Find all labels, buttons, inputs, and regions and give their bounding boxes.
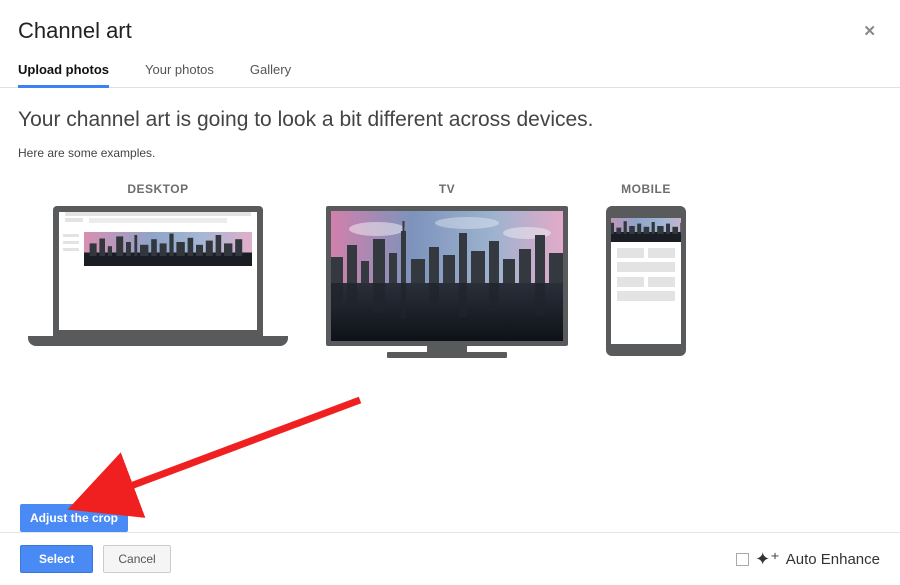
device-previews: DESKTOP — [18, 182, 882, 358]
channel-art-dialog: Channel art ✕ Upload photos Your photos … — [0, 0, 900, 585]
tv-stand-base — [387, 352, 507, 358]
laptop-base — [28, 336, 288, 346]
content-area: Your channel art is going to look a bit … — [0, 88, 900, 358]
magic-wand-icon: ✦⁺ — [755, 550, 780, 568]
device-label-mobile: MOBILE — [606, 182, 686, 196]
tab-your-photos[interactable]: Your photos — [145, 54, 214, 87]
laptop-frame — [53, 206, 263, 336]
cancel-button[interactable]: Cancel — [103, 545, 170, 573]
adjust-crop-wrap: Adjust the crop — [10, 488, 128, 532]
tab-label: Upload photos — [18, 62, 109, 77]
tv-frame — [326, 206, 568, 346]
close-icon[interactable]: ✕ — [857, 22, 882, 41]
dialog-header: Channel art ✕ — [0, 0, 900, 54]
tv-screen-preview — [331, 211, 563, 341]
select-button[interactable]: Select — [20, 545, 93, 573]
footer-buttons: Select Cancel — [20, 545, 171, 573]
auto-enhance-label: Auto Enhance — [786, 551, 880, 568]
tab-label: Your photos — [145, 62, 214, 77]
adjust-crop-button[interactable]: Adjust the crop — [20, 504, 128, 532]
auto-enhance-checkbox[interactable] — [736, 553, 749, 566]
device-mobile: MOBILE — [606, 182, 686, 356]
device-label-tv: TV — [326, 182, 568, 196]
auto-enhance-group: ✦⁺ Auto Enhance — [736, 550, 880, 568]
device-tv: TV — [326, 182, 568, 358]
device-label-desktop: DESKTOP — [28, 182, 288, 196]
select-label: Select — [39, 552, 74, 566]
laptop-banner-preview — [84, 232, 252, 266]
adjust-crop-label: Adjust the crop — [30, 511, 118, 525]
laptop-screen — [59, 212, 257, 330]
mobile-screen — [611, 218, 681, 344]
device-desktop: DESKTOP — [28, 182, 288, 346]
content-subtext: Here are some examples. — [18, 146, 882, 160]
mobile-banner-preview — [611, 218, 681, 242]
tab-label: Gallery — [250, 62, 291, 77]
tab-gallery[interactable]: Gallery — [250, 54, 291, 87]
mobile-content-placeholder — [617, 248, 675, 301]
tab-upload-photos[interactable]: Upload photos — [18, 54, 109, 87]
dialog-footer: Select Cancel ✦⁺ Auto Enhance — [0, 532, 900, 585]
cancel-label: Cancel — [118, 552, 155, 566]
tabs-bar: Upload photos Your photos Gallery — [0, 54, 900, 88]
dialog-title: Channel art — [18, 18, 132, 44]
content-heading: Your channel art is going to look a bit … — [18, 108, 882, 132]
mobile-frame — [606, 206, 686, 356]
